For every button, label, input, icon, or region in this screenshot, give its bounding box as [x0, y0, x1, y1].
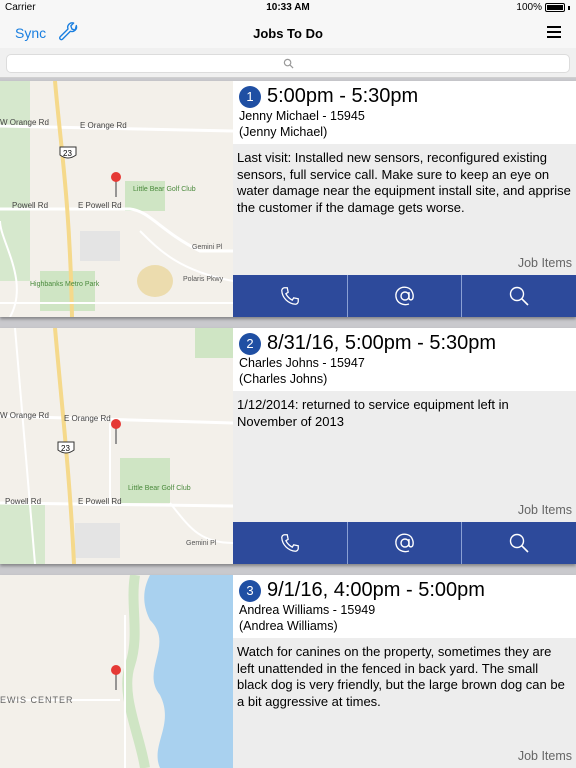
svg-text:E Orange Rd: E Orange Rd	[64, 414, 111, 423]
search-job-button[interactable]	[462, 275, 576, 317]
svg-text:Polaris Pkwy: Polaris Pkwy	[183, 276, 224, 283]
svg-text:W Orange Rd: W Orange Rd	[0, 118, 49, 127]
svg-text:23: 23	[63, 149, 72, 158]
navigation-bar: Sync Jobs To Do	[0, 16, 576, 48]
customer-name: Jenny Michael - 15945	[239, 109, 365, 123]
svg-text:E Powell Rd: E Powell Rd	[78, 497, 122, 506]
job-info: 1 5:00pm - 5:30pm Jenny Michael - 15945 …	[233, 81, 576, 317]
status-bar: Carrier 10:33 AM 100%	[0, 0, 576, 16]
search-job-button[interactable]	[462, 522, 576, 564]
svg-text:E Orange Rd: E Orange Rd	[80, 121, 127, 130]
svg-text:Little Bear Golf Club: Little Bear Golf Club	[133, 186, 196, 193]
battery-percent: 100%	[516, 2, 542, 13]
search-bar	[0, 48, 576, 78]
customer-contact: (Jenny Michael)	[239, 125, 328, 139]
job-info: 3 9/1/16, 4:00pm - 5:00pm Andrea William…	[233, 575, 576, 768]
search-input[interactable]	[6, 54, 570, 73]
at-sign-icon	[394, 533, 414, 553]
job-notes: Watch for canines on the property, somet…	[233, 638, 576, 768]
job-card[interactable]: 23 W Orange Rd E Orange Rd Powell Rd E P…	[0, 328, 576, 564]
customer-name: Charles Johns - 15947	[239, 356, 365, 370]
job-notes: Last visit: Installed new sensors, recon…	[233, 144, 576, 275]
phone-icon	[280, 534, 299, 552]
job-map[interactable]: 23 W Orange Rd E Orange Rd Powell Rd E P…	[0, 81, 233, 317]
hamburger-menu-icon[interactable]	[547, 26, 561, 41]
svg-text:Little Bear Golf Club: Little Bear Golf Club	[128, 485, 191, 492]
svg-text:W Orange Rd: W Orange Rd	[0, 411, 49, 420]
job-card[interactable]: EWIS CENTER 3 9/1/16, 4:00pm - 5:00pm An…	[0, 575, 576, 768]
job-time: 8/31/16, 5:00pm - 5:30pm	[267, 332, 497, 354]
job-actions	[233, 275, 576, 317]
job-actions	[233, 522, 576, 564]
job-map[interactable]: EWIS CENTER	[0, 575, 233, 768]
at-sign-icon	[394, 286, 414, 306]
job-notes: 1/12/2014: returned to service equipment…	[233, 391, 576, 522]
email-button[interactable]	[348, 275, 463, 317]
job-card[interactable]: 23 W Orange Rd E Orange Rd Powell Rd E P…	[0, 81, 576, 317]
job-items-button[interactable]: Job Items	[518, 748, 572, 765]
magnifier-icon	[509, 533, 529, 553]
job-number-badge: 3	[239, 579, 261, 602]
call-button[interactable]	[233, 522, 348, 564]
customer-name: Andrea Williams - 15949	[239, 603, 376, 617]
job-number-badge: 2	[239, 332, 261, 355]
page-title: Jobs To Do	[253, 26, 323, 41]
job-time: 5:00pm - 5:30pm	[267, 85, 419, 107]
svg-text:Gemini Pl: Gemini Pl	[192, 244, 223, 251]
svg-text:23: 23	[61, 444, 70, 453]
svg-text:Highbanks Metro Park: Highbanks Metro Park	[30, 281, 100, 288]
status-time: 10:33 AM	[266, 2, 310, 13]
svg-text:E Powell Rd: E Powell Rd	[78, 201, 122, 210]
job-items-button[interactable]: Job Items	[518, 502, 572, 519]
phone-icon	[280, 287, 299, 305]
job-items-button[interactable]: Job Items	[518, 255, 572, 272]
job-number-badge: 1	[239, 85, 261, 108]
svg-text:Powell Rd: Powell Rd	[12, 201, 48, 210]
battery-icon	[545, 3, 565, 12]
svg-text:Powell Rd: Powell Rd	[5, 497, 41, 506]
magnifier-icon	[509, 286, 529, 306]
svg-text:EWIS CENTER: EWIS CENTER	[0, 695, 74, 705]
job-info: 2 8/31/16, 5:00pm - 5:30pm Charles Johns…	[233, 328, 576, 564]
search-icon	[283, 58, 294, 69]
call-button[interactable]	[233, 275, 348, 317]
job-time: 9/1/16, 4:00pm - 5:00pm	[267, 579, 485, 601]
customer-contact: (Andrea Williams)	[239, 619, 338, 633]
customer-contact: (Charles Johns)	[239, 372, 328, 386]
email-button[interactable]	[348, 522, 463, 564]
job-map[interactable]: 23 W Orange Rd E Orange Rd Powell Rd E P…	[0, 328, 233, 564]
svg-text:Gemini Pl: Gemini Pl	[186, 540, 217, 547]
